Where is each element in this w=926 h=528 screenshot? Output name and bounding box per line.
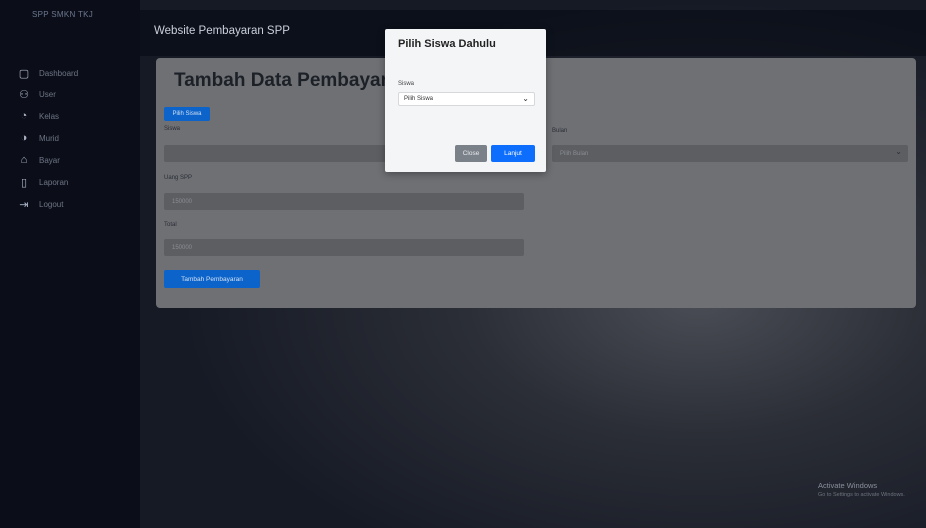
total-field[interactable]: 150000 xyxy=(164,239,524,256)
logout-icon: ⇥ xyxy=(19,198,29,211)
sidebar-item-murid[interactable]: ◑ Murid xyxy=(18,131,59,145)
bulan-label: Bulan xyxy=(552,128,568,134)
sidebar-item-label: Dashboard xyxy=(39,68,79,78)
uang-spp-value: 150000 xyxy=(172,198,193,205)
sidebar-item-label: Murid xyxy=(39,133,60,143)
uang-spp-field[interactable]: 150000 xyxy=(164,193,524,210)
sidebar-item-kelas[interactable]: ◔ Kelas xyxy=(18,109,59,123)
uang-spp-label: Uang SPP xyxy=(164,175,193,181)
modal-next-button[interactable]: Lanjut xyxy=(491,145,535,162)
sidebar-item-user[interactable]: ⚇ User xyxy=(18,87,56,101)
choose-student-button[interactable]: Pilih Siswa xyxy=(164,107,210,121)
modal-select-value: Pilih Siswa xyxy=(404,96,434,102)
siswa-label: Siswa xyxy=(164,126,181,132)
sidebar-item-label: Logout xyxy=(39,199,64,209)
dashboard-icon: ▢ xyxy=(18,67,30,80)
chevron-down-icon: ⌄ xyxy=(522,94,529,103)
site-title: Website Pembayaran SPP xyxy=(154,25,290,37)
report-icon: ▯ xyxy=(20,176,28,189)
sidebar-item-laporan[interactable]: ▯ Laporan xyxy=(18,175,68,189)
add-payment-button[interactable]: Tambah Pembayaran xyxy=(164,270,260,288)
class-icon: ◔ xyxy=(20,110,28,122)
windows-watermark-title: Activate Windows xyxy=(818,481,878,490)
total-value: 150000 xyxy=(172,244,193,251)
select-student-modal: Pilih Siswa Dahulu Siswa Pilih Siswa ⌄ C… xyxy=(385,29,546,172)
sidebar-item-label: Laporan xyxy=(39,177,69,187)
page-title: Tambah Data Pembayaran xyxy=(174,70,411,91)
brand-logo-text: SPP SMKN TKJ xyxy=(32,10,94,19)
total-label: Total xyxy=(164,222,177,228)
sidebar-item-label: Kelas xyxy=(39,111,60,121)
sidebar-item-label: Bayar xyxy=(39,155,60,165)
bulan-select[interactable]: Pilih Bulan xyxy=(552,145,908,162)
sidebar-item-logout[interactable]: ⇥ Logout xyxy=(18,197,63,211)
student-icon: ◑ xyxy=(20,132,28,144)
sidebar: SPP SMKN TKJ ▢ Dashboard ⚇ User ◔ Kelas … xyxy=(0,0,140,528)
modal-close-button[interactable]: Close xyxy=(455,145,487,162)
sidebar-item-label: User xyxy=(39,89,56,99)
sidebar-item-dashboard[interactable]: ▢ Dashboard xyxy=(18,66,78,80)
modal-title: Pilih Siswa Dahulu xyxy=(398,38,496,50)
modal-siswa-label: Siswa xyxy=(398,81,415,87)
payment-icon: ⌂ xyxy=(20,154,28,166)
sidebar-item-bayar[interactable]: ⌂ Bayar xyxy=(18,153,60,167)
windows-watermark-subtitle: Go to Settings to activate Windows. xyxy=(818,492,905,498)
bulan-select-value: Pilih Bulan xyxy=(560,150,589,157)
user-icon: ⚇ xyxy=(19,88,29,101)
modal-student-select[interactable]: Pilih Siswa ⌄ xyxy=(398,92,535,106)
